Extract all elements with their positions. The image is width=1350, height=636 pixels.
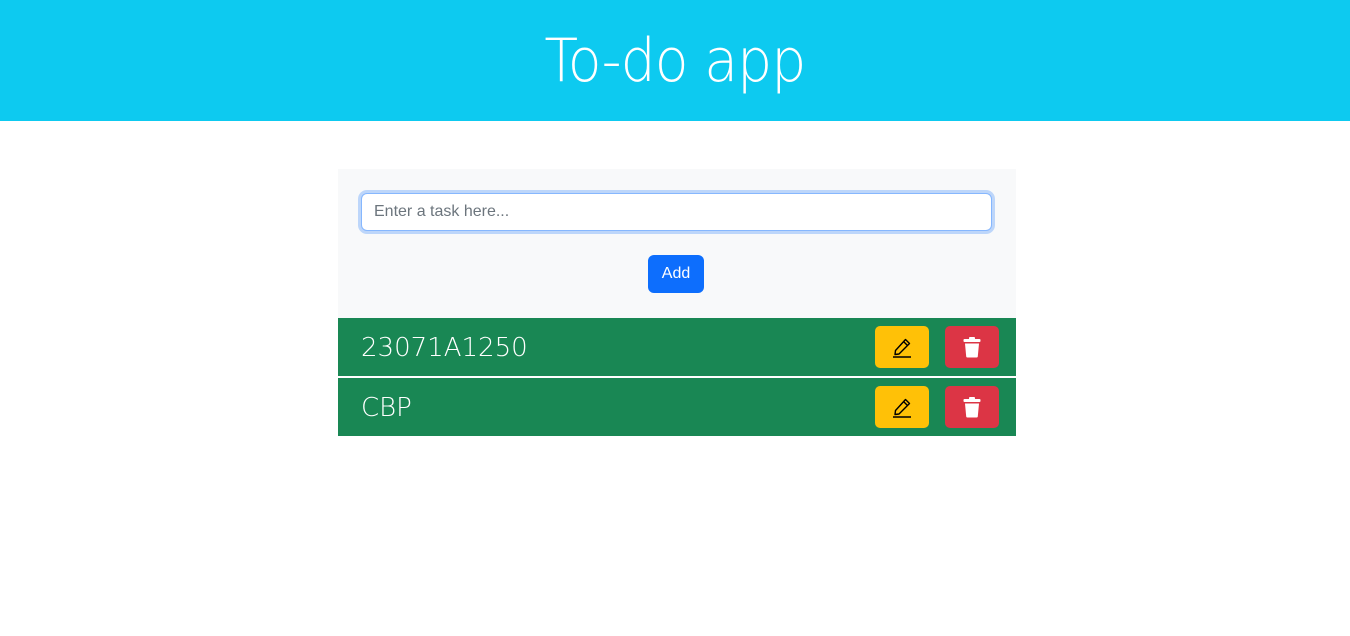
task-form: Add: [338, 169, 1016, 318]
app-header: To-do app: [0, 0, 1350, 121]
task-item: 23071A1250: [338, 318, 1016, 378]
task-text: CBP: [361, 393, 412, 423]
task-input[interactable]: [361, 193, 992, 231]
delete-button[interactable]: [945, 386, 999, 428]
pencil-icon: [891, 396, 913, 418]
task-item: CBP: [338, 378, 1016, 436]
edit-button[interactable]: [875, 326, 929, 368]
pencil-icon: [891, 336, 913, 358]
task-list: 23071A1250 CBP: [338, 318, 1016, 436]
add-button[interactable]: Add: [648, 255, 704, 293]
edit-button[interactable]: [875, 386, 929, 428]
task-text: 23071A1250: [361, 333, 528, 363]
page-title: To-do app: [544, 25, 806, 96]
delete-button[interactable]: [945, 326, 999, 368]
trash-icon: [962, 396, 982, 418]
trash-icon: [962, 336, 982, 358]
